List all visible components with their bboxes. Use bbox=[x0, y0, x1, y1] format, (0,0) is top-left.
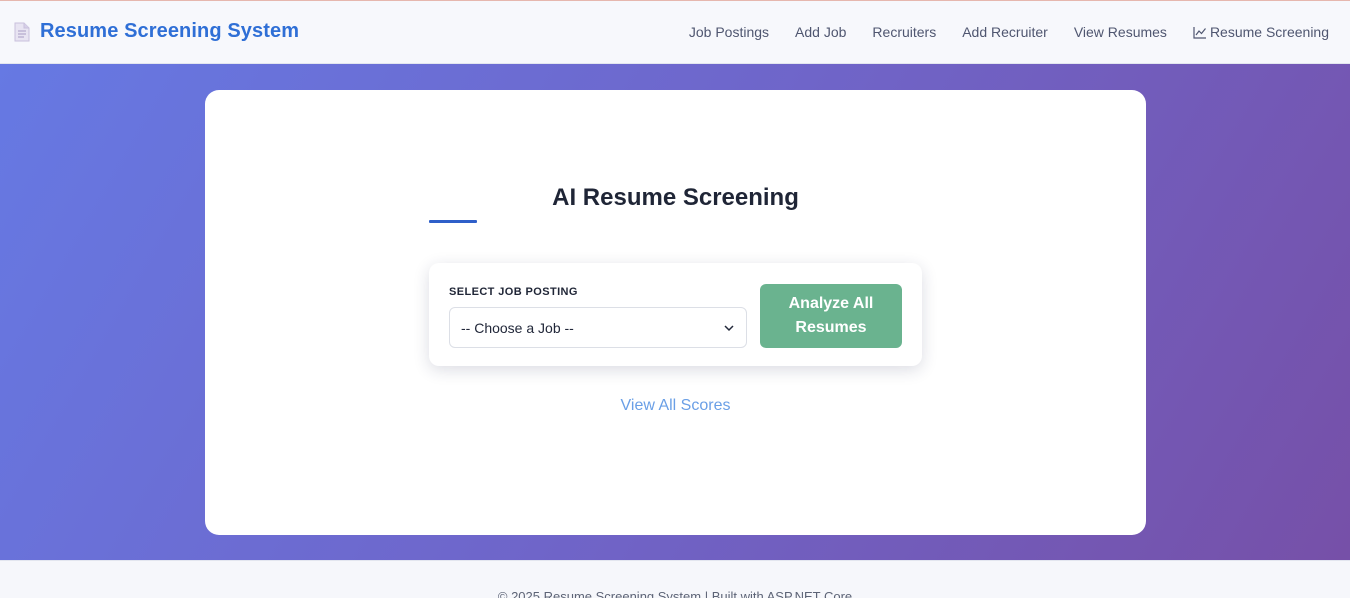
chevron-down-icon bbox=[724, 325, 734, 332]
analyze-all-button[interactable]: Analyze All Resumes bbox=[760, 284, 902, 348]
job-select-value: -- Choose a Job -- bbox=[461, 319, 574, 336]
view-all-scores-link[interactable]: View All Scores bbox=[205, 397, 1146, 415]
nav-resume-screening[interactable]: Resume Screening bbox=[1193, 24, 1329, 40]
brand[interactable]: Resume Screening System bbox=[14, 20, 299, 43]
nav-recruiters[interactable]: Recruiters bbox=[872, 24, 936, 40]
job-select[interactable]: -- Choose a Job -- bbox=[449, 307, 747, 348]
nav-job-postings[interactable]: Job Postings bbox=[689, 24, 769, 40]
footer-text: © 2025 Resume Screening System | Built w… bbox=[497, 589, 853, 598]
screening-form: SELECT JOB POSTING -- Choose a Job -- An… bbox=[429, 263, 922, 366]
document-icon bbox=[14, 22, 30, 42]
nav-add-job[interactable]: Add Job bbox=[795, 24, 846, 40]
nav-resume-screening-label: Resume Screening bbox=[1209, 24, 1329, 40]
footer: © 2025 Resume Screening System | Built w… bbox=[0, 560, 1350, 598]
brand-title: Resume Screening System bbox=[40, 20, 300, 42]
title-underline bbox=[429, 220, 477, 223]
navbar: Resume Screening System Job Postings Add… bbox=[0, 1, 1350, 64]
chart-line-icon bbox=[1193, 26, 1206, 39]
job-select-label: SELECT JOB POSTING bbox=[449, 286, 578, 298]
main-nav: Job Postings Add Job Recruiters Add Recr… bbox=[663, 24, 1329, 40]
nav-view-resumes[interactable]: View Resumes bbox=[1074, 24, 1167, 40]
screening-card: AI Resume Screening SELECT JOB POSTING -… bbox=[205, 90, 1146, 535]
hero-background: AI Resume Screening SELECT JOB POSTING -… bbox=[0, 64, 1350, 560]
nav-add-recruiter[interactable]: Add Recruiter bbox=[962, 24, 1048, 40]
page-title: AI Resume Screening bbox=[552, 184, 799, 211]
